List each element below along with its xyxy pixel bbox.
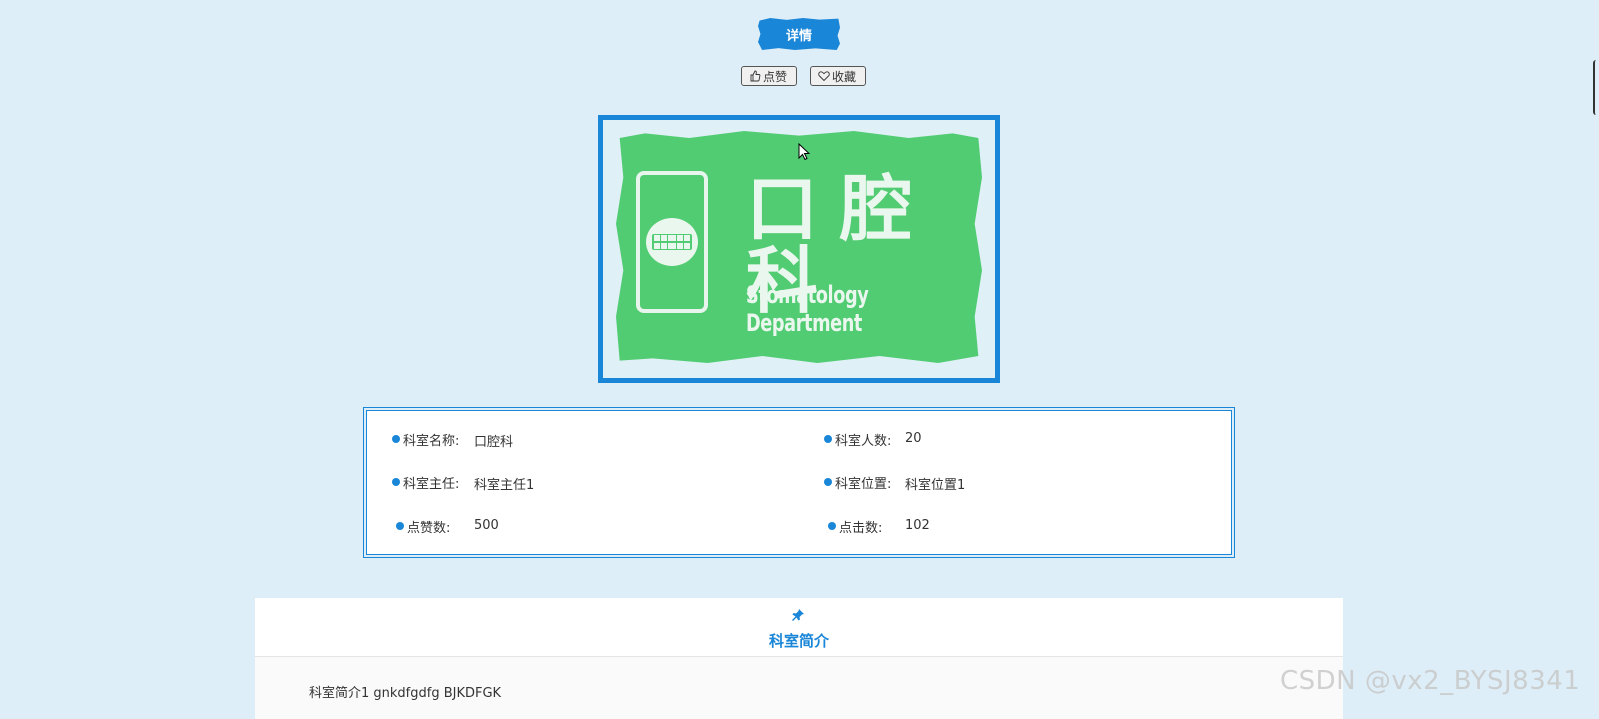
- intro-header: 科室简介: [255, 598, 1343, 657]
- bullet-dot: [824, 435, 832, 443]
- info-count-row: 科室人数:: [824, 429, 891, 449]
- info-director-value: 科室主任1: [474, 478, 535, 493]
- favorite-button[interactable]: 收藏: [810, 66, 866, 86]
- like-label: 点赞: [763, 69, 788, 84]
- teeth-icon: [636, 171, 708, 313]
- info-name-row: 科室名称:: [392, 429, 459, 449]
- info-count-label: 科室人数:: [835, 433, 892, 449]
- bullet-dot: [392, 435, 400, 443]
- thumbs-up-icon: [750, 70, 761, 82]
- info-location-value: 科室位置1: [905, 478, 966, 493]
- info-director-row: 科室主任:: [392, 472, 459, 492]
- bullet-dot: [396, 522, 404, 530]
- info-likes-label: 点赞数:: [407, 520, 451, 536]
- info-clicks-row: 点击数:: [828, 516, 882, 536]
- bullet-dot: [392, 478, 400, 486]
- watermark: CSDN @vx2_BYSJ8341: [1280, 666, 1581, 696]
- page-title-badge: 详情: [758, 18, 840, 50]
- bullet-dot: [828, 522, 836, 530]
- like-button[interactable]: 点赞: [741, 66, 797, 86]
- mouse-cursor-icon: [798, 143, 810, 161]
- info-name-value: 口腔科: [474, 435, 514, 450]
- side-scroll-handle[interactable]: [1593, 60, 1599, 115]
- heart-icon: [818, 71, 830, 82]
- favorite-label: 收藏: [832, 69, 857, 84]
- intro-text: 科室简介1 gnkdfgdfg BJKDFGK: [309, 686, 502, 701]
- info-likes-value: 500: [474, 518, 499, 533]
- department-info-panel: 科室名称: 口腔科 科室人数: 20 科室主任: 科室主任1 科室位置: 科室位…: [363, 407, 1235, 558]
- info-clicks-value: 102: [905, 518, 930, 533]
- info-location-label: 科室位置:: [835, 476, 892, 492]
- info-location-row: 科室位置:: [824, 472, 891, 492]
- info-name-label: 科室名称:: [403, 433, 460, 449]
- info-director-label: 科室主任:: [403, 476, 460, 492]
- sign-english-text: Stomatology Department: [746, 281, 869, 337]
- info-likes-row: 点赞数:: [396, 516, 450, 536]
- info-clicks-label: 点击数:: [839, 520, 883, 536]
- pin-icon: [792, 609, 804, 621]
- intro-body: 科室简介1 gnkdfgdfg BJKDFGK: [255, 657, 1343, 719]
- intro-title: 科室简介: [768, 632, 829, 650]
- bullet-dot: [824, 478, 832, 486]
- intro-card: 科室简介 科室简介1 gnkdfgdfg BJKDFGK: [255, 598, 1343, 719]
- info-count-value: 20: [905, 431, 922, 446]
- department-sign: 口腔科 Stomatology Department: [616, 131, 982, 363]
